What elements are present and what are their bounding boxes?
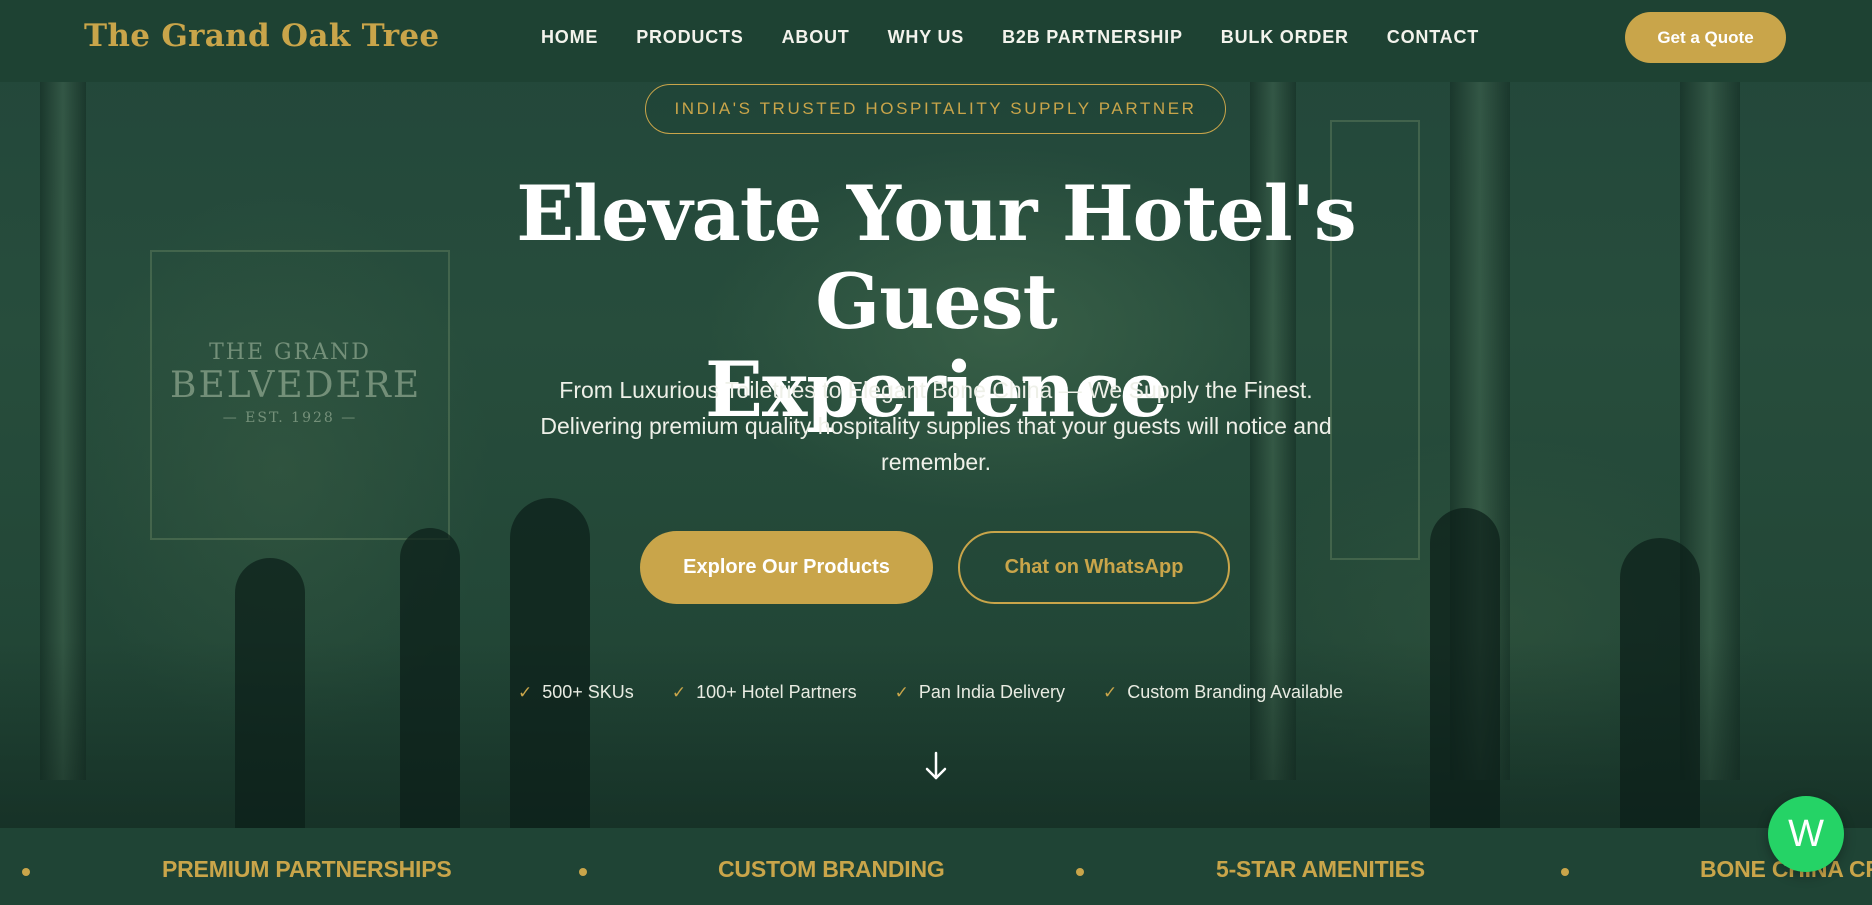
feature-label: Custom Branding Available xyxy=(1127,682,1344,702)
feature-item: ✓ 100+ Hotel Partners xyxy=(672,682,857,703)
main-nav: HOME PRODUCTS ABOUT WHY US B2B PARTNERSH… xyxy=(541,27,1517,48)
whatsapp-float-button[interactable]: W xyxy=(1768,796,1844,872)
hotel-sign-line1: THE GRAND xyxy=(209,340,371,365)
feature-label: 500+ SKUs xyxy=(542,682,634,702)
whatsapp-icon: W xyxy=(1788,812,1824,855)
lobby-figure xyxy=(510,498,590,828)
hotel-sign-line2: BELVEDERE xyxy=(170,365,422,406)
site-header: The Grand Oak Tree HOME PRODUCTS ABOUT W… xyxy=(0,0,1872,82)
nav-bulk-order[interactable]: BULK ORDER xyxy=(1221,27,1349,48)
chat-whatsapp-button[interactable]: Chat on WhatsApp xyxy=(958,531,1230,604)
check-icon: ✓ xyxy=(894,682,909,702)
nav-about[interactable]: ABOUT xyxy=(782,27,850,48)
nav-b2b-partnership[interactable]: B2B PARTNERSHIP xyxy=(1002,27,1183,48)
feature-item: ✓ 500+ SKUs xyxy=(518,682,634,703)
check-icon: ✓ xyxy=(518,682,533,702)
check-icon: ✓ xyxy=(1102,682,1118,702)
lobby-figure xyxy=(1430,508,1500,828)
marquee-item: 5-STAR AMENITIES xyxy=(1216,856,1425,882)
marquee-item: PREMIUM PARTNERSHIPS xyxy=(162,856,452,882)
lobby-figure xyxy=(1620,538,1700,828)
marquee-band: PREMIUM PARTNERSHIPS CUSTOM BRANDING 5-S… xyxy=(0,828,1872,905)
marquee-dot xyxy=(579,868,587,876)
feature-label: 100+ Hotel Partners xyxy=(696,682,857,702)
get-quote-button[interactable]: Get a Quote xyxy=(1625,12,1786,63)
nav-products[interactable]: PRODUCTS xyxy=(636,27,743,48)
marquee-dot xyxy=(22,868,30,876)
feature-item: ✓ Pan India Delivery xyxy=(895,682,1065,703)
nav-why-us[interactable]: WHY US xyxy=(888,27,964,48)
nav-contact[interactable]: CONTACT xyxy=(1387,27,1479,48)
lobby-figure xyxy=(235,558,305,828)
lobby-figure xyxy=(400,528,460,828)
feature-label: Pan India Delivery xyxy=(918,682,1065,702)
nav-home[interactable]: HOME xyxy=(541,27,598,48)
hotel-sign-line3: — EST. 1928 — xyxy=(222,410,358,426)
arrow-down-icon[interactable] xyxy=(921,748,951,784)
site-logo[interactable]: The Grand Oak Tree xyxy=(84,18,439,54)
hero-title-line1: Elevate Your Hotel's Guest xyxy=(516,169,1356,346)
marquee-item: CUSTOM BRANDING xyxy=(718,856,945,882)
feature-item: ✓ Custom Branding Available xyxy=(1103,682,1343,703)
hero-subtitle: From Luxurious Toiletries to Elegant Bon… xyxy=(486,372,1386,480)
hero-subtitle-line2: Delivering premium quality hospitality s… xyxy=(540,413,1332,439)
hero-subtitle-line3: remember. xyxy=(881,449,991,475)
trust-badge: INDIA'S TRUSTED HOSPITALITY SUPPLY PARTN… xyxy=(645,84,1226,134)
feature-list: ✓ 500+ SKUs ✓ 100+ Hotel Partners ✓ Pan … xyxy=(518,682,1343,703)
hotel-sign: THE GRAND BELVEDERE — EST. 1928 — xyxy=(170,340,422,426)
marquee-dot xyxy=(1561,868,1569,876)
explore-products-button[interactable]: Explore Our Products xyxy=(640,531,933,604)
hero-subtitle-line1: From Luxurious Toiletries to Elegant Bon… xyxy=(559,377,1313,403)
marquee-dot xyxy=(1076,868,1084,876)
check-icon: ✓ xyxy=(671,682,687,702)
